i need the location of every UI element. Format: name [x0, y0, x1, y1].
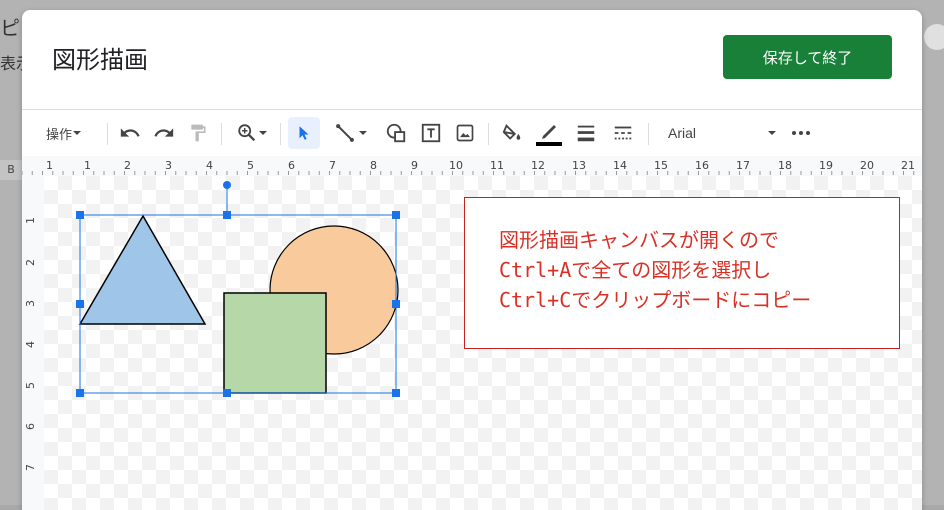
triangle-shape[interactable]	[78, 214, 207, 325]
ruler-label: 4	[206, 159, 213, 172]
ruler-label: 4	[24, 341, 37, 348]
toolbar-divider	[221, 123, 222, 145]
select-icon	[299, 126, 309, 140]
select-tool-button[interactable]	[288, 117, 320, 149]
instruction-textbox[interactable]: 図形描画キャンバスが開くので Ctrl+Aで全ての図形を選択し Ctrl+Cでク…	[464, 197, 900, 349]
drawing-toolbar: 操作 Arial	[22, 109, 922, 156]
fill-color-icon	[502, 124, 521, 140]
ruler-label: 10	[449, 159, 463, 172]
border-dash-button[interactable]	[609, 110, 637, 156]
toolbar-divider	[648, 123, 649, 145]
ruler-label: 17	[736, 159, 750, 172]
redo-button[interactable]	[150, 110, 178, 156]
font-family-dropdown[interactable]	[762, 110, 782, 156]
shape-tool-button[interactable]	[382, 110, 410, 156]
ruler-label: 11	[490, 159, 504, 172]
actions-menu[interactable]: 操作	[46, 110, 82, 156]
ruler-label: 2	[24, 259, 37, 266]
resize-handle[interactable]	[76, 389, 84, 397]
paint-format-button[interactable]	[184, 110, 212, 156]
more-icon	[792, 131, 810, 135]
image-tool-button[interactable]	[451, 110, 479, 156]
ruler-label: 7	[329, 159, 336, 172]
fill-color-button[interactable]	[498, 110, 526, 156]
chevron-down-icon	[259, 131, 267, 135]
actions-menu-label: 操作	[46, 127, 73, 143]
toolbar-divider	[488, 123, 489, 145]
dialog-title: 図形描画	[52, 46, 148, 74]
zoom-button[interactable]	[230, 110, 274, 156]
instruction-line: Ctrl+Aで全ての図形を選択し	[499, 258, 772, 282]
ruler-label: 2	[124, 159, 131, 172]
redo-icon	[154, 128, 174, 137]
border-color-icon	[536, 125, 562, 146]
ruler-label: 16	[695, 159, 709, 172]
line-tool-button[interactable]	[326, 110, 378, 156]
resize-handle[interactable]	[223, 389, 231, 397]
undo-icon	[120, 128, 140, 137]
ruler-label: 3	[165, 159, 172, 172]
save-and-close-button[interactable]: 保存して終了	[723, 35, 892, 79]
ruler-label: 8	[370, 159, 377, 172]
rotation-handle[interactable]	[223, 181, 231, 189]
resize-handle[interactable]	[76, 211, 84, 219]
ruler-label: 5	[24, 382, 37, 389]
font-family-value: Arial	[668, 125, 697, 141]
ruler-label: 13	[572, 159, 586, 172]
more-options-button[interactable]	[788, 110, 814, 156]
instruction-line: Ctrl+Cでクリップボードにコピー	[499, 288, 812, 312]
chevron-down-icon	[768, 131, 776, 135]
border-weight-button[interactable]	[572, 110, 600, 156]
ruler-label: 18	[778, 159, 792, 172]
border-color-button[interactable]	[534, 110, 564, 156]
undo-button[interactable]	[116, 110, 144, 156]
meet-icon	[924, 24, 944, 50]
ruler-label: 14	[613, 159, 627, 172]
background-row-label: B	[0, 160, 22, 180]
border-weight-icon	[577, 125, 595, 142]
resize-handle[interactable]	[223, 211, 231, 219]
ruler-label: 5	[247, 159, 254, 172]
ruler-label: 1	[46, 159, 53, 172]
toolbar-divider	[280, 123, 281, 145]
ruler-label: 21	[901, 159, 915, 172]
zoom-icon	[238, 124, 256, 142]
resize-handle[interactable]	[392, 211, 400, 219]
textbox-tool-button[interactable]	[417, 110, 445, 156]
ruler-label: 6	[288, 159, 295, 172]
horizontal-ruler: 1 1 2 3 4 5 6 7 8 9 10 11 12 13 14 15 16…	[22, 156, 922, 177]
image-icon	[456, 124, 474, 142]
toolbar-divider	[107, 123, 108, 145]
ruler-label: 1	[84, 159, 91, 172]
ruler-label: 9	[411, 159, 418, 172]
vertical-ruler: 1 2 3 4 5 6 7	[22, 176, 45, 510]
textbox-icon	[421, 123, 441, 143]
ruler-label: 20	[860, 159, 874, 172]
border-dash-icon	[614, 126, 632, 140]
chevron-down-icon	[359, 131, 367, 135]
paint-format-icon	[191, 124, 206, 142]
square-shape[interactable]	[223, 292, 327, 394]
background-text-top: ピ	[0, 16, 20, 40]
ruler-label: 6	[24, 423, 37, 430]
ruler-label: 15	[654, 159, 668, 172]
resize-handle[interactable]	[392, 389, 400, 397]
ruler-label: 12	[531, 159, 545, 172]
shape-icon	[386, 123, 406, 143]
chevron-down-icon	[73, 131, 82, 135]
ruler-label: 1	[24, 217, 37, 224]
resize-handle[interactable]	[76, 300, 84, 308]
ruler-label: 19	[819, 159, 833, 172]
ruler-label: 3	[24, 300, 37, 307]
drawing-dialog: 図形描画 保存して終了 操作 Arial 1 1 2 3 4 5 6 7 8 9…	[22, 10, 922, 510]
instruction-line: 図形描画キャンバスが開くので	[499, 228, 779, 252]
resize-handle[interactable]	[392, 300, 400, 308]
line-icon	[336, 124, 354, 142]
ruler-label: 7	[24, 464, 37, 471]
